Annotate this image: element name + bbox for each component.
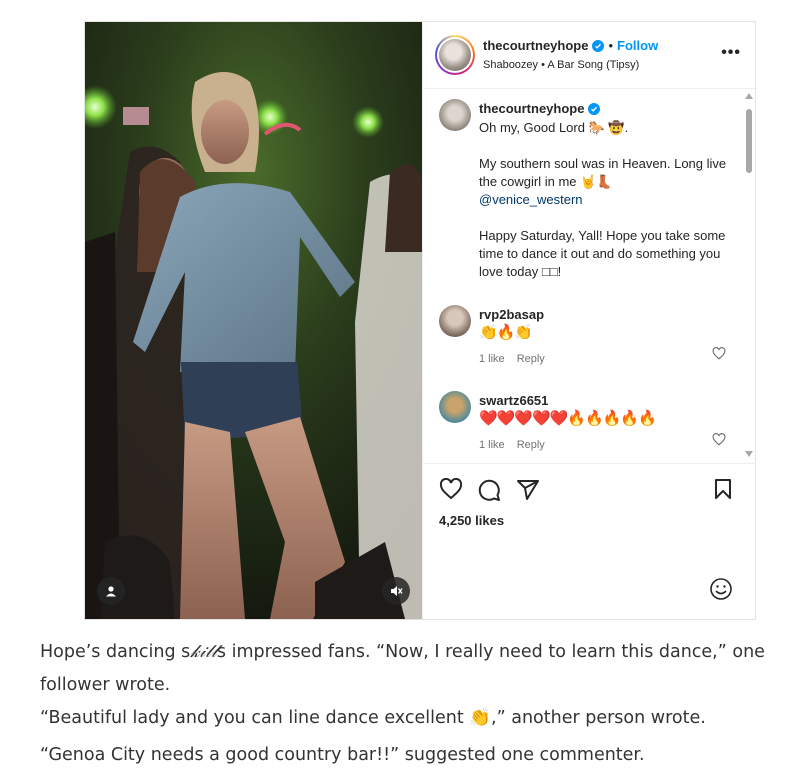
stylized-word: 𝓀𝒾𝓁𝓁 [190, 642, 217, 662]
separator-dot: • [608, 38, 614, 53]
comment-icon[interactable] [477, 478, 501, 502]
caption-line-1: Oh my, Good Lord 🐎 🤠. [479, 120, 629, 135]
article-body: Hope’s dancing s𝓀𝒾𝓁𝓁s impressed fans. “N… [40, 636, 780, 772]
scroll-thumb[interactable] [746, 109, 752, 173]
comment-meta: 1 like Reply [479, 353, 557, 365]
commenter-avatar[interactable] [439, 305, 471, 337]
caption-author: thecourtneyhope [479, 101, 601, 116]
heart-icon[interactable] [439, 478, 463, 500]
more-options-icon[interactable]: ••• [721, 44, 741, 62]
verified-icon [588, 102, 601, 115]
comment-username[interactable]: rvp2basap [479, 307, 544, 322]
instagram-embed: thecourtneyhope • Follow Shaboozey • A B… [84, 21, 756, 620]
mention-link[interactable]: @venice_western [479, 192, 583, 207]
mute-button[interactable] [382, 577, 410, 605]
article-paragraph-3: “Genoa City needs a good country bar!!” … [40, 745, 645, 765]
video-frame [85, 22, 422, 619]
article-paragraph-1: Hope’s dancing s𝓀𝒾𝓁𝓁s impressed fans. “N… [40, 642, 765, 695]
emoji-icon[interactable] [709, 577, 733, 601]
scroll-up-arrow[interactable] [745, 93, 753, 99]
author-username[interactable]: thecourtneyhope [483, 38, 588, 53]
scroll-down-arrow[interactable] [745, 451, 753, 457]
comments-scrollbar[interactable] [744, 91, 754, 461]
save-icon[interactable] [713, 478, 733, 500]
follow-button[interactable]: Follow [617, 38, 658, 53]
caption-text: Oh my, Good Lord 🐎 🤠. My southern soul w… [479, 119, 731, 299]
verified-icon [592, 39, 605, 52]
article-paragraph-2: “Beautiful lady and you can line dance e… [40, 708, 706, 728]
comment-text: 👏🔥👏 [479, 324, 533, 341]
post-video[interactable] [85, 22, 422, 619]
caption-username[interactable]: thecourtneyhope [479, 101, 584, 116]
caption-avatar[interactable] [439, 99, 471, 131]
comment-likes[interactable]: 1 like [479, 353, 505, 365]
comment-text: ❤️❤️❤️❤️❤️🔥🔥🔥🔥🔥 [479, 410, 657, 427]
author-avatar[interactable] [435, 35, 475, 75]
comments-section[interactable]: thecourtneyhope Oh my, Good Lord 🐎 🤠. My… [423, 89, 756, 464]
comment-like-heart-icon[interactable] [712, 347, 726, 360]
commenter-avatar[interactable] [439, 391, 471, 423]
share-icon[interactable] [516, 478, 540, 502]
author-line: thecourtneyhope • Follow [483, 38, 658, 53]
post-header: thecourtneyhope • Follow Shaboozey • A B… [423, 22, 755, 89]
user-tag-icon [106, 586, 116, 597]
action-bar: 4,250 likes [423, 464, 756, 544]
audio-track[interactable]: Shaboozey • A Bar Song (Tipsy) [483, 59, 639, 71]
caption-line-2: My southern soul was in Heaven. Long liv… [479, 156, 730, 207]
user-tag-button[interactable] [97, 577, 125, 605]
reply-button[interactable]: Reply [517, 439, 545, 451]
post-panel: thecourtneyhope • Follow Shaboozey • A B… [422, 22, 756, 619]
caption-line-3: Happy Saturday, Yall! Hope you take some… [479, 228, 730, 279]
comment-like-heart-icon[interactable] [712, 433, 726, 446]
mute-icon [391, 586, 403, 596]
comment-username[interactable]: swartz6651 [479, 393, 548, 408]
likes-count[interactable]: 4,250 likes [439, 513, 504, 528]
comment-likes[interactable]: 1 like [479, 439, 505, 451]
reply-button[interactable]: Reply [517, 353, 545, 365]
comment-meta: 1 like Reply [479, 439, 557, 451]
